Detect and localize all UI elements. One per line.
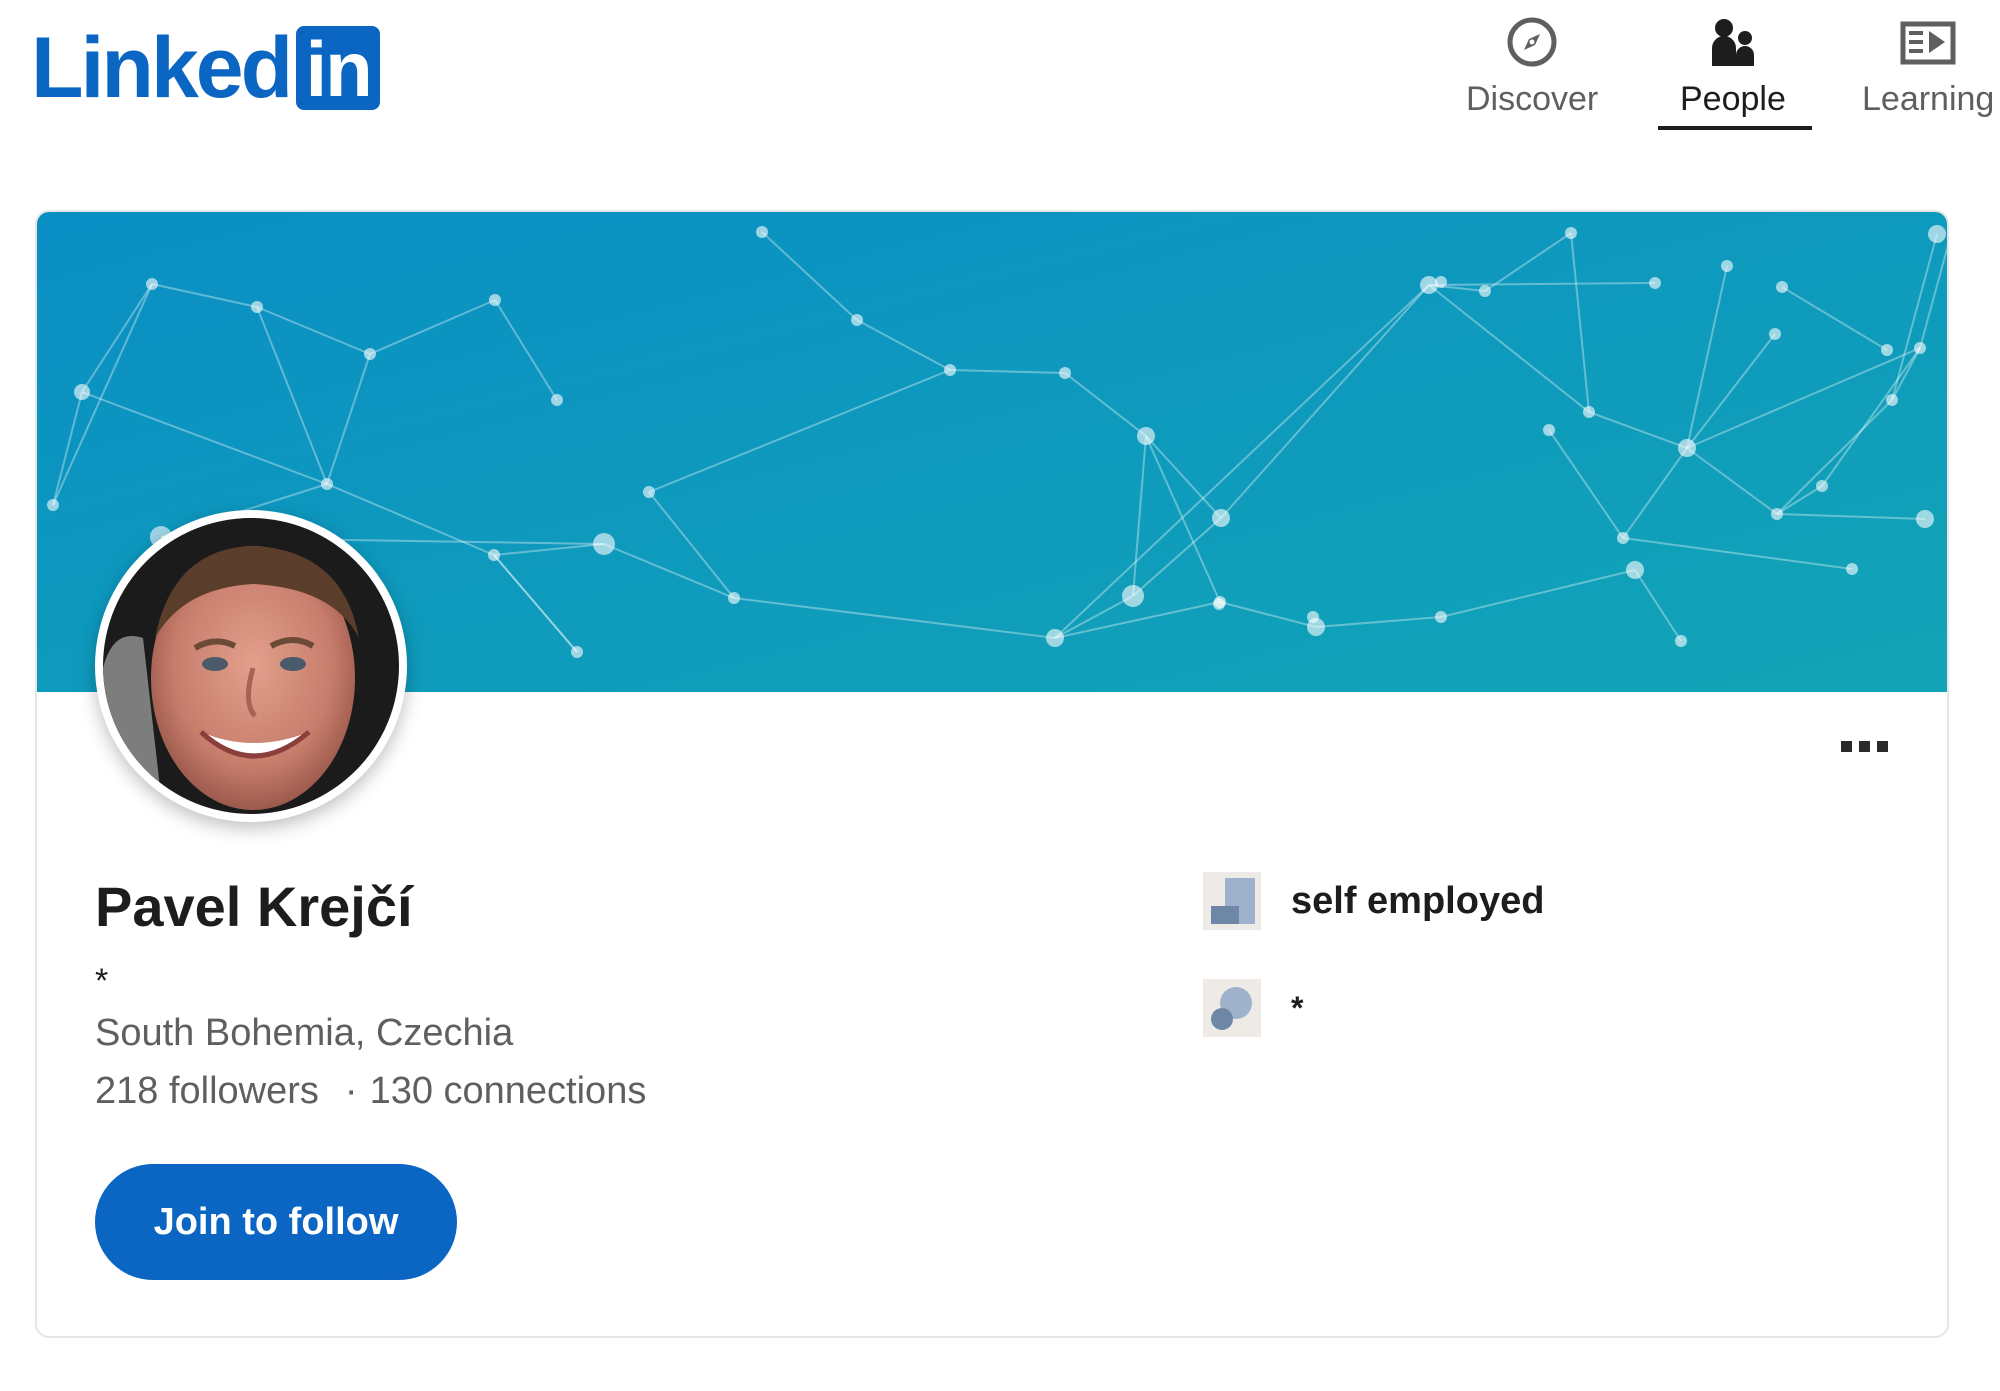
profile-location: South Bohemia, Czechia xyxy=(95,1012,514,1054)
nav-people[interactable]: People xyxy=(1680,14,1786,119)
profile-headline: * xyxy=(95,962,109,1000)
profile-name: Pavel Krejčí xyxy=(95,875,413,938)
more-options-button[interactable] xyxy=(1829,726,1899,766)
followers-count: 218 followers xyxy=(95,1070,319,1112)
stats-separator: · xyxy=(344,1070,358,1112)
nav-people-label: People xyxy=(1680,80,1786,118)
company-name: self employed xyxy=(1291,879,1545,922)
profile-photo xyxy=(103,518,399,814)
active-tab-indicator xyxy=(1658,126,1812,130)
people-icon xyxy=(1711,19,1754,66)
nav-learning-label: Learning xyxy=(1862,80,1995,118)
school-logo-icon xyxy=(1203,979,1261,1037)
current-company[interactable]: self employed xyxy=(1203,872,1544,930)
learning-icon xyxy=(1900,21,1956,65)
more-dots-icon xyxy=(1840,740,1852,752)
nav-discover[interactable]: Discover xyxy=(1466,14,1598,119)
linkedin-logo[interactable]: Linked in xyxy=(31,20,381,116)
profile-card: Pavel Krejčí * South Bohemia, Czechia 21… xyxy=(35,210,1949,1338)
connections-count[interactable]: 130 connections xyxy=(370,1070,647,1112)
company-logo-icon xyxy=(1203,872,1261,930)
education-item[interactable]: * xyxy=(1203,979,1303,1037)
logo-wordmark: Linked xyxy=(31,20,293,116)
education-name: * xyxy=(1291,989,1304,1026)
more-dots-icon xyxy=(1876,740,1888,752)
nav-learning[interactable]: Learning xyxy=(1862,14,1994,119)
logo-in-box: in xyxy=(296,26,381,110)
more-dots-icon xyxy=(1858,740,1870,752)
avatar-frame[interactable] xyxy=(95,510,407,822)
profile-stats: 218 followers · 130 connections xyxy=(95,1070,646,1113)
join-to-follow-button[interactable]: Join to follow xyxy=(95,1164,457,1280)
nav-discover-label: Discover xyxy=(1466,80,1599,118)
compass-icon xyxy=(1507,17,1557,67)
